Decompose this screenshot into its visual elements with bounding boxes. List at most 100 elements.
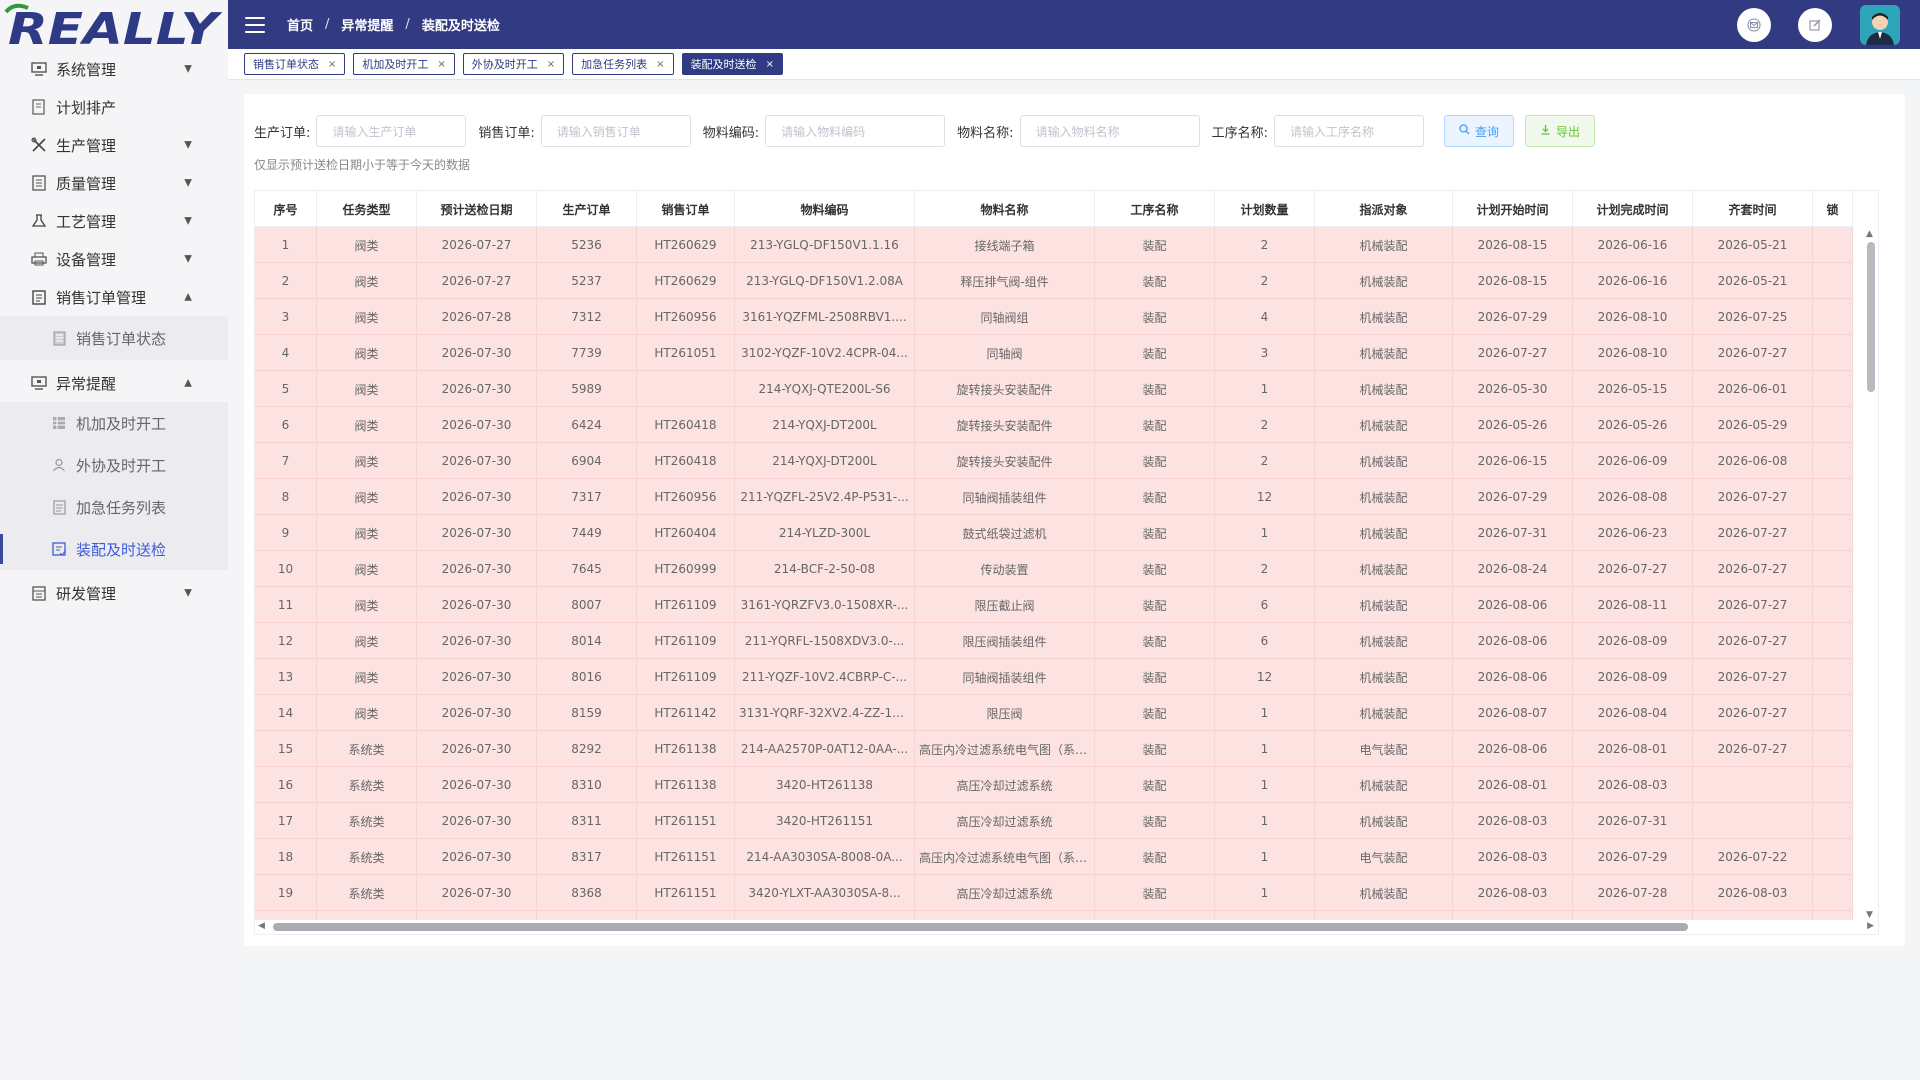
cell-material-code: 214-YQXJ-DT200L — [735, 443, 915, 479]
sidebar-item-assembly-inspection[interactable]: 装配及时送检 — [0, 528, 228, 570]
export-label: 导出 — [1555, 124, 1580, 139]
cell-assignee: 机械装配 — [1315, 479, 1453, 515]
sidebar-item-production[interactable]: 生产管理 ▼ — [0, 126, 228, 164]
sidebar-item-sales-order[interactable]: 销售订单管理 ▲ — [0, 278, 228, 316]
cell-extra — [1813, 767, 1853, 803]
export-button[interactable]: 导出 — [1524, 115, 1595, 147]
table-row[interactable]: 17 系统类 2026-07-30 8311 HT261151 3420-HT261151… — [255, 803, 1853, 839]
scroll-right-icon[interactable]: ▶ — [1867, 921, 1874, 931]
cell-process-name: 装配 — [1095, 875, 1215, 911]
chevron-down-icon: ▼ — [184, 139, 192, 151]
cell-index: 14 — [255, 695, 317, 731]
table-row[interactable]: 15 系统类 2026-07-30 8292 HT261138 214-AA2570P-0… — [255, 731, 1853, 767]
cell-prod-order: 6424 — [537, 407, 637, 443]
breadcrumb-current: 装配及时送检 — [421, 19, 500, 34]
table-row[interactable]: 18 系统类 2026-07-30 8317 HT261151 214-AA3030SA-… — [255, 839, 1853, 875]
cell-prod-order: 8368 — [537, 875, 637, 911]
tab-sales-order-status[interactable]: 销售订单状态 × — [244, 53, 346, 75]
sidebar-item-outsource-start[interactable]: 外协及时开工 — [0, 444, 228, 486]
sidebar-item-urgent-tasks[interactable]: 加急任务列表 — [0, 486, 228, 528]
close-icon[interactable]: × — [328, 59, 336, 70]
table-row[interactable]: 5 阀类 2026-07-30 5989 214-YQXJ-QTE200L-S6 旋转接头… — [255, 371, 1853, 407]
scroll-down-icon[interactable]: ▼ — [1866, 910, 1873, 920]
tab-outsource-start[interactable]: 外协及时开工 × — [462, 53, 565, 75]
close-icon[interactable]: × — [437, 59, 445, 70]
sidebar-item-equipment[interactable]: 设备管理 ▼ — [0, 240, 228, 278]
query-button[interactable]: 查询 — [1443, 115, 1514, 147]
vertical-scrollbar[interactable]: ▲ ▼ — [1864, 227, 1878, 922]
tab-urgent-tasks[interactable]: 加急任务列表 × — [572, 53, 674, 75]
table-row[interactable]: 19 系统类 2026-07-30 8368 HT261151 3420-YLXT-AA3… — [255, 875, 1853, 911]
mail-button[interactable] — [1737, 7, 1771, 42]
sales-order-input[interactable]: 请输入销售订单 — [540, 115, 691, 147]
cell-process-name: 装配 — [1095, 587, 1215, 623]
hamburger-icon[interactable] — [245, 16, 265, 33]
table-row[interactable]: 9 阀类 2026-07-30 7449 HT260404 214-YLZD-300L 鼓式… — [255, 515, 1853, 551]
cell-extra — [1813, 263, 1853, 299]
process-input[interactable]: 请输入工序名称 — [1273, 115, 1424, 147]
cell-plan-qty: 1 — [1215, 767, 1315, 803]
avatar[interactable] — [1860, 4, 1900, 45]
cell-sales-order: HT260956 — [637, 479, 735, 515]
material-name-input[interactable]: 请输入物料名称 — [1019, 115, 1200, 147]
scrollbar-thumb[interactable] — [1867, 242, 1875, 392]
table-row[interactable]: 16 系统类 2026-07-30 8310 HT261138 3420-HT261138… — [255, 767, 1853, 803]
table-row[interactable]: 8 阀类 2026-07-30 7317 HT260956 211-YQZFL-25V2.… — [255, 479, 1853, 515]
logo: REALLY — [0, 0, 228, 49]
close-icon[interactable]: × — [656, 59, 664, 70]
material-code-input[interactable]: 请输入物料编码 — [765, 115, 946, 147]
table-row[interactable]: 1 阀类 2026-07-27 5236 HT260629 213-YGLQ-DF150V… — [255, 227, 1853, 263]
table-row[interactable]: 11 阀类 2026-07-30 8007 HT261109 3161-YQRZFV3.0… — [255, 587, 1853, 623]
close-icon[interactable]: × — [766, 59, 774, 70]
close-icon[interactable]: × — [547, 59, 555, 70]
cell-plan-start: 2026-08-06 — [1453, 731, 1573, 767]
sidebar-item-process[interactable]: 工艺管理 ▼ — [0, 202, 228, 240]
cell-task-type: 阀类 — [317, 659, 417, 695]
breadcrumb-home[interactable]: 首页 — [287, 15, 313, 34]
menu-system[interactable]: 系统管理 ▼ — [0, 50, 228, 88]
cell-sales-order: HT260404 — [637, 515, 735, 551]
prod-order-input[interactable]: 请输入生产订单 — [316, 115, 467, 147]
sidebar-item-machining-start[interactable]: 机加及时开工 — [0, 402, 228, 444]
table-row[interactable]: 3 阀类 2026-07-28 7312 HT260956 3161-YQZFML-250… — [255, 299, 1853, 335]
breadcrumb-alert[interactable]: 异常提醒 — [341, 15, 393, 34]
cell-plan-end: 2026-07-29 — [1573, 839, 1693, 875]
cell-index: 17 — [255, 803, 317, 839]
table-row[interactable]: 4 阀类 2026-07-30 7739 HT261051 3102-YQZF-10V2.… — [255, 335, 1853, 371]
table-row[interactable]: 2 阀类 2026-07-27 5237 HT260629 213-YGLQ-DF150V… — [255, 263, 1853, 299]
cell-inspection-date: 2026-07-30 — [417, 803, 537, 839]
cell-plan-qty: 2 — [1215, 551, 1315, 587]
edit-button[interactable] — [1798, 7, 1832, 42]
sidebar-item-alert[interactable]: 异常提醒 ▲ — [0, 364, 228, 402]
cell-plan-qty: 2 — [1215, 407, 1315, 443]
scroll-up-icon[interactable]: ▲ — [1866, 229, 1873, 239]
table-row[interactable]: 14 阀类 2026-07-30 8159 HT261142 3131-YQRF-32XV… — [255, 695, 1853, 731]
cell-sales-order — [637, 371, 735, 407]
cell-plan-qty: 1 — [1215, 875, 1315, 911]
sidebar-item-quality[interactable]: 质量管理 ▼ — [0, 164, 228, 202]
cell-prod-order: 8014 — [537, 623, 637, 659]
sidebar-item-system[interactable]: 系统管理 ▼ — [0, 50, 228, 88]
table-row[interactable]: 12 阀类 2026-07-30 8014 HT261109 211-YQRFL-1508… — [255, 623, 1853, 659]
cell-plan-start: 2026-08-06 — [1453, 659, 1573, 695]
table-row[interactable]: 7 阀类 2026-07-30 6904 HT260418 214-YQXJ-DT200L… — [255, 443, 1853, 479]
cell-material-name: 同轴阀插装组件 — [915, 479, 1095, 515]
cell-material-name: 限压阀插装组件 — [915, 623, 1095, 659]
tab-assembly-inspection[interactable]: 装配及时送检 × — [681, 53, 783, 75]
chevron-down-icon: ▼ — [184, 215, 192, 227]
scrollbar-thumb[interactable] — [273, 923, 1688, 931]
table-row[interactable]: 13 阀类 2026-07-30 8016 HT261109 211-YQZF-10V2.… — [255, 659, 1853, 695]
table-row[interactable]: 6 阀类 2026-07-30 6424 HT260418 214-YQXJ-DT200L… — [255, 407, 1853, 443]
cell-assignee: 机械装配 — [1315, 335, 1453, 371]
sidebar-item-plan[interactable]: 计划排产 — [0, 88, 228, 126]
horizontal-scrollbar[interactable]: ◀ ▶ — [255, 920, 1878, 934]
scroll-left-icon[interactable]: ◀ — [258, 921, 265, 931]
table-row[interactable]: 10 阀类 2026-07-30 7645 HT260999 214-BCF-2-50-0… — [255, 551, 1853, 587]
cell-sales-order: HT261138 — [637, 767, 735, 803]
sidebar-item-sales-order-status[interactable]: 销售订单状态 — [0, 317, 228, 359]
cell-index: 18 — [255, 839, 317, 875]
prod-order-label: 生产订单: — [254, 125, 311, 141]
tab-machining-start[interactable]: 机加及时开工 × — [353, 53, 455, 75]
sidebar-item-rnd[interactable]: 研发管理 ▼ — [0, 574, 228, 612]
cell-plan-end: 2026-08-03 — [1573, 767, 1693, 803]
